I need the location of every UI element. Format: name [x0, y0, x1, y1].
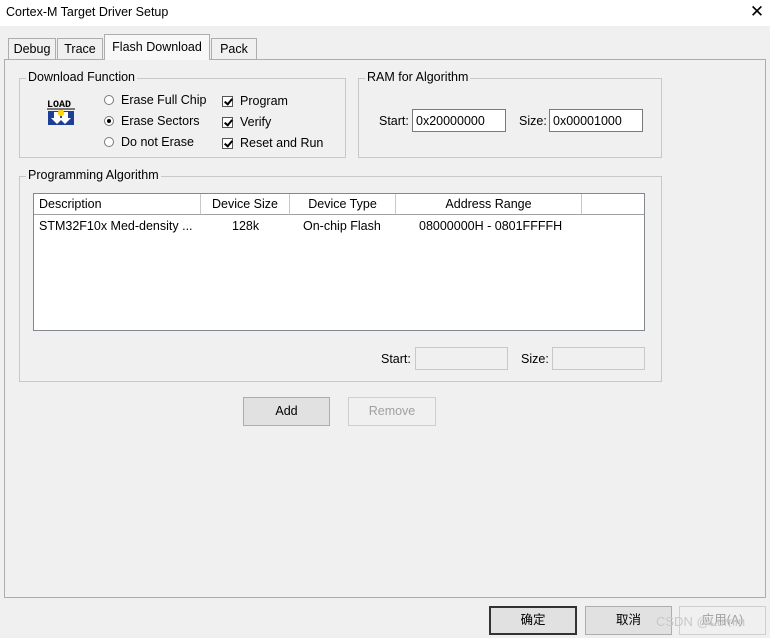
verify-checkbox[interactable]: [222, 116, 233, 128]
algorithm-size-label: Size:: [521, 352, 549, 366]
verify-label: Verify: [240, 115, 272, 129]
ram-start-input[interactable]: [412, 109, 506, 132]
close-icon[interactable]: ✕: [746, 1, 768, 23]
add-button[interactable]: Add: [243, 397, 330, 426]
ram-size-label: Size:: [519, 114, 547, 128]
programming-algorithm-legend: Programming Algorithm: [26, 168, 161, 182]
watermark: CSDN @Lumin: [656, 614, 746, 629]
algorithm-size-input[interactable]: [552, 347, 645, 370]
erase-full-chip-radio[interactable]: [104, 95, 114, 105]
ram-size-input[interactable]: [549, 109, 643, 132]
reset-and-run-option[interactable]: Reset and Run: [222, 135, 323, 151]
program-checkbox[interactable]: [222, 95, 233, 107]
algorithm-start-input[interactable]: [415, 347, 508, 370]
table-row[interactable]: STM32F10x Med-density ... 128k On-chip F…: [34, 216, 644, 236]
row-address-range: 08000000H - 0801FFFFH: [419, 219, 563, 233]
remove-button[interactable]: Remove: [348, 397, 436, 426]
tab-pack[interactable]: Pack: [211, 38, 257, 59]
algorithm-start-label: Start:: [381, 352, 411, 366]
verify-option[interactable]: Verify: [222, 114, 271, 130]
tab-trace[interactable]: Trace: [57, 38, 103, 59]
erase-sectors-radio[interactable]: [104, 116, 114, 126]
program-option[interactable]: Program: [222, 93, 288, 109]
ok-button[interactable]: 确定: [489, 606, 577, 635]
download-function-legend: Download Function: [26, 70, 138, 84]
row-description: STM32F10x Med-density ...: [39, 219, 193, 233]
column-header-address-range[interactable]: Address Range: [396, 194, 582, 215]
erase-full-chip-label: Erase Full Chip: [121, 93, 207, 107]
tab-debug[interactable]: Debug: [8, 38, 56, 59]
column-header-device-size[interactable]: Device Size: [201, 194, 290, 215]
do-not-erase-radio[interactable]: [104, 137, 114, 147]
algorithm-list[interactable]: Description Device Size Device Type Addr…: [33, 193, 645, 331]
reset-and-run-checkbox[interactable]: [222, 137, 233, 149]
row-device-type: On-chip Flash: [303, 219, 381, 233]
erase-full-chip-option[interactable]: Erase Full Chip: [104, 92, 206, 108]
do-not-erase-option[interactable]: Do not Erase: [104, 134, 194, 150]
ram-algorithm-legend: RAM for Algorithm: [365, 70, 471, 84]
program-label: Program: [240, 94, 288, 108]
tab-flash-download[interactable]: Flash Download: [104, 34, 210, 60]
erase-sectors-option[interactable]: Erase Sectors: [104, 113, 200, 129]
window-title: Cortex-M Target Driver Setup: [6, 5, 169, 19]
ram-start-label: Start:: [379, 114, 409, 128]
title-bar: Cortex-M Target Driver Setup ✕: [0, 0, 770, 26]
column-header-description[interactable]: Description: [34, 194, 201, 215]
column-header-device-type[interactable]: Device Type: [290, 194, 396, 215]
row-device-size: 128k: [232, 219, 260, 233]
column-header-filler: [582, 194, 644, 215]
reset-and-run-label: Reset and Run: [240, 136, 324, 150]
do-not-erase-label: Do not Erase: [121, 135, 194, 149]
erase-sectors-label: Erase Sectors: [121, 114, 200, 128]
load-icon: LOAD: [45, 97, 79, 129]
